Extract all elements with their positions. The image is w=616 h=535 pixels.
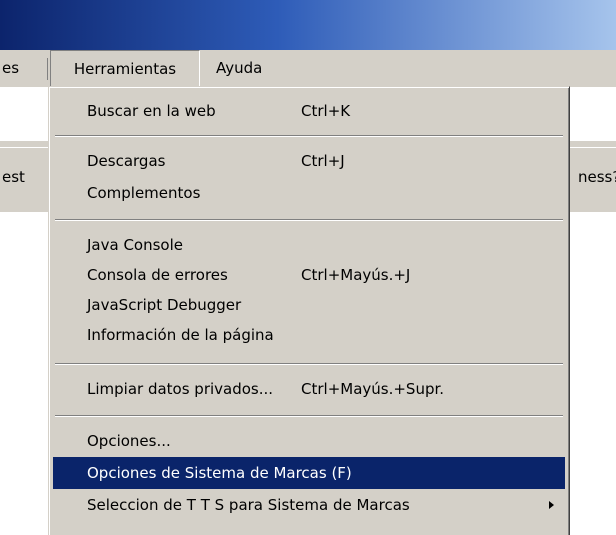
menu-item-label: Opciones de Sistema de Marcas (F) <box>87 464 352 482</box>
bookmark-left-text[interactable]: est <box>2 168 25 186</box>
menu-item-label: Seleccion de T T S para Sistema de Marca… <box>87 496 410 514</box>
menu-item-shortcut: Ctrl+Mayús.+J <box>301 266 411 284</box>
menu-item-label: Opciones... <box>87 432 171 450</box>
menu-separator <box>55 415 563 417</box>
herramientas-dropdown: Buscar en la web Ctrl+K Descargas Ctrl+J… <box>48 86 570 535</box>
menu-separator <box>55 135 563 137</box>
menu-item-descargas[interactable]: Descargas Ctrl+J <box>53 145 565 177</box>
menu-herramientas[interactable]: Herramientas <box>50 50 200 87</box>
submenu-arrow-icon <box>549 501 554 509</box>
menu-item-javascript-debugger[interactable]: JavaScript Debugger <box>53 289 565 321</box>
menu-item-label: JavaScript Debugger <box>87 296 242 314</box>
screen: es Herramientas Ayuda est ness? Buscar e… <box>0 0 616 535</box>
menu-item-label: Java Console <box>87 236 183 254</box>
menu-bar-divider <box>47 58 48 80</box>
menu-item-consola-errores[interactable]: Consola de errores Ctrl+Mayús.+J <box>53 259 565 291</box>
menu-item-opciones[interactable]: Opciones... <box>53 425 565 457</box>
menu-item-label: Complementos <box>87 184 201 202</box>
menu-item-label: Consola de errores <box>87 266 228 284</box>
menu-previous-item[interactable]: es <box>0 50 46 87</box>
menu-item-info-pagina[interactable]: Información de la página <box>53 319 565 351</box>
menu-item-buscar-web[interactable]: Buscar en la web Ctrl+K <box>53 95 565 127</box>
menu-item-seleccion-tts[interactable]: Seleccion de T T S para Sistema de Marca… <box>53 489 565 521</box>
menu-item-shortcut: Ctrl+J <box>301 152 345 170</box>
menu-item-limpiar-datos[interactable]: Limpiar datos privados... Ctrl+Mayús.+Su… <box>53 373 565 405</box>
menu-bar: es Herramientas Ayuda <box>0 50 616 88</box>
menu-item-label: Buscar en la web <box>87 102 216 120</box>
title-bar <box>0 0 616 50</box>
menu-item-shortcut: Ctrl+Mayús.+Supr. <box>301 380 445 398</box>
menu-item-java-console[interactable]: Java Console <box>53 229 565 261</box>
menu-item-shortcut: Ctrl+K <box>301 102 351 120</box>
menu-ayuda[interactable]: Ayuda <box>210 50 306 87</box>
menu-item-label: Descargas <box>87 152 166 170</box>
menu-item-complementos[interactable]: Complementos <box>53 177 565 209</box>
menu-item-opciones-sistema-marcas[interactable]: Opciones de Sistema de Marcas (F) <box>53 457 565 489</box>
menu-separator <box>55 219 563 221</box>
menu-item-label: Limpiar datos privados... <box>87 380 274 398</box>
menu-separator <box>55 363 563 365</box>
bookmark-right-text[interactable]: ness? <box>578 168 616 186</box>
menu-item-label: Información de la página <box>87 326 274 344</box>
